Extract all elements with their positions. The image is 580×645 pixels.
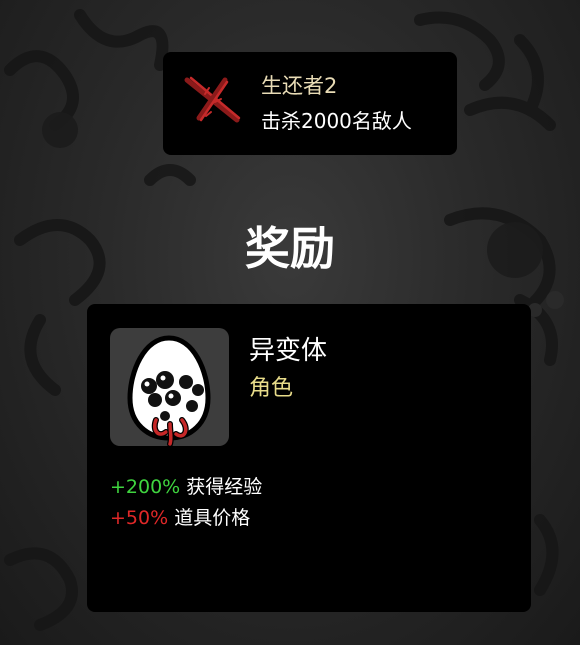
crossed-red-scratch-icon [184, 76, 241, 123]
stat-label-item-price: 道具价格 [174, 507, 251, 529]
achievement-card: 生还者2 击杀2000名敌人 [163, 52, 457, 155]
achievement-title: 生还者2 [261, 74, 338, 98]
mutant-egg-character-icon [127, 335, 211, 446]
character-type: 角色 [249, 376, 294, 401]
reward-card: 异变体 角色 +200% 获得经验 +50% 道具价格 [87, 304, 531, 612]
achievement-description: 击杀2000名敌人 [261, 109, 412, 133]
character-name: 异变体 [249, 336, 328, 366]
stat-line-item-price: +50% 道具价格 [110, 503, 250, 530]
stat-label-xp: 获得经验 [186, 476, 263, 498]
reward-heading: 奖励 [244, 222, 335, 275]
stat-value-xp: +200% [110, 476, 181, 498]
stat-value-item-price: +50% [110, 507, 169, 529]
character-portrait [110, 328, 229, 446]
stat-line-xp: +200% 获得经验 [110, 472, 262, 499]
